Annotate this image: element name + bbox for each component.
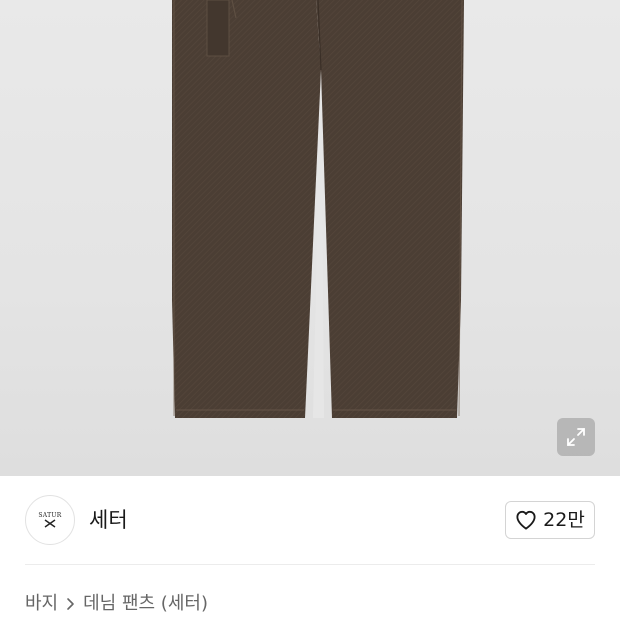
product-image[interactable] xyxy=(0,0,620,476)
pants-illustration xyxy=(172,0,464,418)
heart-outline-icon xyxy=(516,510,536,530)
product-page: SATUR 세터 22만 바지 데님 팬츠 (세터) xyxy=(0,0,620,620)
expand-icon xyxy=(567,428,585,446)
breadcrumb: 바지 데님 팬츠 (세터) xyxy=(25,591,208,617)
seller-logo-text: SATUR xyxy=(38,512,62,519)
seller-name[interactable]: 세터 xyxy=(89,506,128,534)
section-divider xyxy=(25,564,595,565)
seller-avatar[interactable]: SATUR xyxy=(25,495,75,545)
expand-image-button[interactable] xyxy=(557,418,595,456)
chevron-right-icon xyxy=(66,597,75,611)
like-count: 22만 xyxy=(543,509,585,531)
breadcrumb-item-subcategory[interactable]: 데님 팬츠 (세터) xyxy=(83,591,208,617)
crossed-swords-icon xyxy=(44,519,56,528)
seller-row: SATUR 세터 22만 xyxy=(0,476,620,564)
breadcrumb-item-category[interactable]: 바지 xyxy=(25,591,58,617)
like-button[interactable]: 22만 xyxy=(505,501,595,539)
